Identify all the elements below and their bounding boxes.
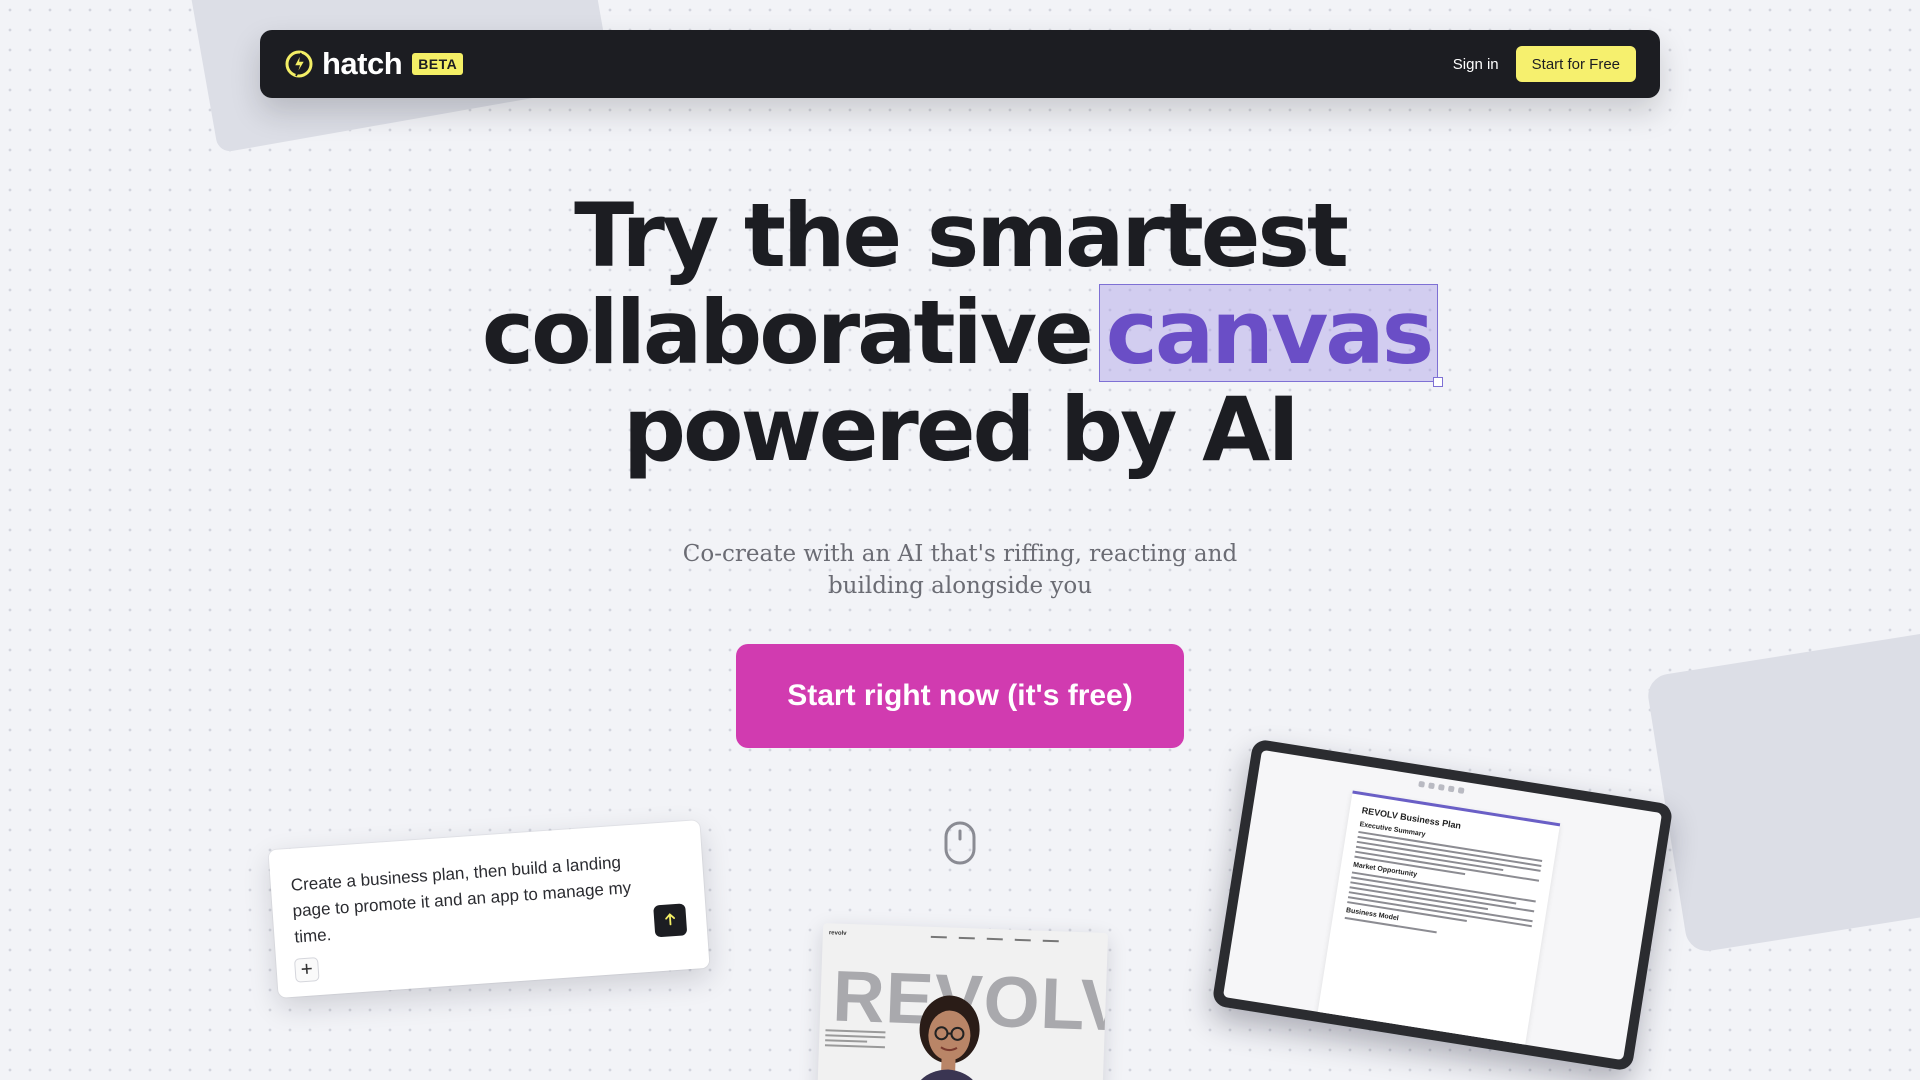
canvas-highlight-selection: canvas <box>1098 281 1444 387</box>
tablet-toolbar <box>1418 780 1478 796</box>
prompt-card: Create a business plan, then build a lan… <box>268 820 710 998</box>
hero-title-line-1: Try the smartest <box>574 184 1349 287</box>
preview-nav: revolv <box>829 929 1102 947</box>
hero-title-line-3: powered by AI <box>623 378 1300 481</box>
prompt-input[interactable]: Create a business plan, then build a lan… <box>290 847 665 951</box>
start-for-free-button[interactable]: Start for Free <box>1515 46 1636 82</box>
business-plan-document: REVOLV Business Plan Executive Summary M… <box>1312 790 1561 1061</box>
hero-subtitle-line-1: Co-create with an AI that's riffing, rea… <box>682 541 1238 567</box>
preview-person-image <box>908 995 985 1080</box>
hero-subtitle: Co-create with an AI that's riffing, rea… <box>660 538 1260 602</box>
hero-title-collaborative: collaborative <box>481 281 1094 384</box>
beta-badge: BETA <box>412 53 464 75</box>
preview-logo: revolv <box>828 930 847 937</box>
start-right-now-button[interactable]: Start right now (it's free) <box>736 644 1184 748</box>
background-shape-right <box>1645 625 1920 955</box>
selection-resize-handle <box>1433 377 1444 387</box>
tablet-screen: REVOLV Business Plan Executive Summary M… <box>1222 749 1663 1061</box>
add-attachment-button[interactable] <box>293 957 320 983</box>
brand-name: hatch <box>322 46 403 81</box>
hero-title-highlight: canvas <box>1105 281 1434 384</box>
sign-in-link[interactable]: Sign in <box>1453 56 1499 73</box>
tablet-mockup: REVOLV Business Plan Executive Summary M… <box>1211 738 1674 1072</box>
top-navbar: hatch BETA Sign in Start for Free <box>260 30 1660 98</box>
send-button[interactable] <box>653 903 688 938</box>
preview-text-lines <box>824 1029 886 1051</box>
hero-title: Try the smartest collaborative canvas pow… <box>0 188 1920 478</box>
hero-subtitle-line-2: building alongside you <box>827 573 1093 599</box>
brand[interactable]: hatch BETA <box>284 46 464 82</box>
landing-page-preview: revolv REVOLV <box>816 923 1109 1080</box>
hatch-logo-icon <box>284 49 314 79</box>
hero-title-line-2: collaborative canvas <box>0 281 1920 387</box>
mouse-scroll-icon <box>943 821 977 865</box>
plus-icon <box>300 962 313 978</box>
preview-nav-links <box>930 935 1059 943</box>
send-arrow-icon <box>663 911 678 929</box>
nav-actions: Sign in Start for Free <box>1453 46 1636 82</box>
